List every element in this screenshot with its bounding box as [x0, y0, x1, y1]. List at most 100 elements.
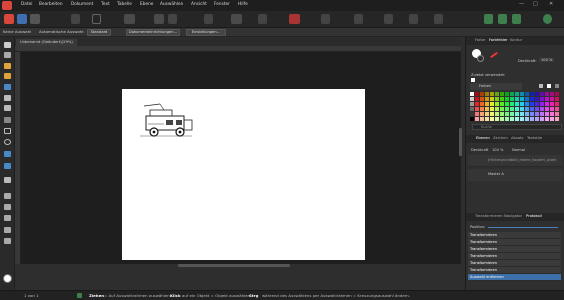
- color-swatch[interactable]: [480, 107, 484, 111]
- color-swatch[interactable]: [545, 112, 549, 116]
- history-item[interactable]: Transformieren: [468, 260, 561, 267]
- color-swatch[interactable]: [535, 102, 539, 106]
- snapping-icon[interactable]: [154, 14, 164, 24]
- pencil-tool-icon[interactable]: [4, 105, 11, 111]
- history-slider[interactable]: [488, 227, 558, 228]
- cycle-icon[interactable]: [92, 14, 101, 24]
- color-swatch[interactable]: [485, 102, 489, 106]
- color-swatch[interactable]: [520, 102, 524, 106]
- color-swatch[interactable]: [505, 117, 509, 121]
- color-swatch[interactable]: [485, 97, 489, 101]
- place-image-icon[interactable]: [4, 163, 11, 169]
- history-item[interactable]: Transformieren: [468, 267, 561, 274]
- color-swatch[interactable]: [490, 102, 494, 106]
- transform-icon[interactable]: [321, 14, 330, 24]
- color-swatch[interactable]: [510, 107, 514, 111]
- menu-bearbeiten[interactable]: Bearbeiten: [39, 2, 63, 7]
- color-swatch[interactable]: [545, 102, 549, 106]
- color-swatch[interactable]: [475, 102, 479, 106]
- color-swatch[interactable]: [470, 107, 474, 111]
- menu-ansicht[interactable]: Ansicht: [191, 2, 207, 7]
- color-swatch[interactable]: [500, 107, 504, 111]
- color-swatch[interactable]: [495, 117, 499, 121]
- layer-opacity-value[interactable]: 100 %: [492, 148, 503, 152]
- menu-hilfe[interactable]: Hilfe: [238, 2, 248, 7]
- color-swatch[interactable]: [530, 102, 534, 106]
- color-swatch[interactable]: [545, 97, 549, 101]
- palette-menu-icon[interactable]: [555, 84, 559, 88]
- color-swatch[interactable]: [490, 97, 494, 101]
- color-swatch[interactable]: [470, 97, 474, 101]
- color-swatch[interactable]: [515, 102, 519, 106]
- color-swatch[interactable]: [540, 107, 544, 111]
- tab-textstile[interactable]: Textstile: [527, 136, 542, 140]
- color-swatch[interactable]: [480, 92, 484, 96]
- color-swatch[interactable]: [545, 92, 549, 96]
- color-swatch[interactable]: [545, 117, 549, 121]
- color-swatch[interactable]: [475, 107, 479, 111]
- gradient-tool-icon[interactable]: [4, 204, 11, 210]
- insert-page-icon[interactable]: [124, 14, 135, 24]
- color-swatch[interactable]: [535, 97, 539, 101]
- color-swatch[interactable]: [520, 97, 524, 101]
- color-swatch[interactable]: [510, 92, 514, 96]
- blend-mode-dropdown[interactable]: Normal: [512, 148, 525, 152]
- color-swatch[interactable]: [500, 92, 504, 96]
- page-indicator[interactable]: 1 von 1: [24, 293, 39, 298]
- history-item[interactable]: Transformieren: [468, 246, 561, 253]
- color-swatch[interactable]: [530, 107, 534, 111]
- view-mode-icon[interactable]: [71, 14, 80, 24]
- color-swatch[interactable]: [495, 107, 499, 111]
- document-tab[interactable]: Unbenannt (Geändert)(29%): [16, 39, 77, 46]
- color-swatch[interactable]: [550, 102, 554, 106]
- swatch-search-field[interactable]: Suche: [472, 124, 562, 130]
- color-swatch[interactable]: [555, 117, 559, 121]
- color-swatch[interactable]: [530, 97, 534, 101]
- color-swatch[interactable]: [490, 107, 494, 111]
- color-swatch-grid[interactable]: [470, 92, 560, 122]
- color-swatch[interactable]: [550, 107, 554, 111]
- ellipse-tool-icon[interactable]: [4, 139, 11, 145]
- canvas-area[interactable]: [21, 52, 461, 264]
- color-swatch[interactable]: [535, 92, 539, 96]
- color-swatch[interactable]: [485, 117, 489, 121]
- artboard[interactable]: [122, 89, 365, 260]
- palette-dropdown[interactable]: Farben: [470, 83, 522, 90]
- color-swatch[interactable]: [540, 97, 544, 101]
- color-swatch[interactable]: [510, 102, 514, 106]
- color-swatch[interactable]: [495, 102, 499, 106]
- account-icon[interactable]: [543, 14, 552, 24]
- color-swatch[interactable]: [505, 112, 509, 116]
- color-tool-icon[interactable]: [289, 14, 300, 24]
- text-frame-icon[interactable]: [354, 14, 363, 24]
- tab-ebenen[interactable]: Ebenen: [476, 136, 490, 140]
- color-swatch[interactable]: [525, 92, 529, 96]
- color-swatch[interactable]: [520, 107, 524, 111]
- palette-option-icon[interactable]: [539, 84, 543, 88]
- color-swatch[interactable]: [550, 97, 554, 101]
- color-swatch[interactable]: [500, 102, 504, 106]
- menu-tabelle[interactable]: Tabelle: [117, 2, 132, 7]
- horizontal-scrollbar[interactable]: [178, 264, 290, 267]
- color-swatch[interactable]: [475, 97, 479, 101]
- fill-tool-icon[interactable]: [4, 117, 11, 123]
- color-swatch[interactable]: [470, 117, 474, 121]
- color-swatch[interactable]: [525, 102, 529, 106]
- rectangle-tool-icon[interactable]: [4, 128, 11, 134]
- pen-tool-icon[interactable]: [4, 95, 11, 101]
- color-swatch[interactable]: [520, 112, 524, 116]
- transparency-tool-icon[interactable]: [4, 193, 11, 199]
- maximize-button[interactable]: □: [533, 1, 538, 7]
- color-swatch[interactable]: [490, 117, 494, 121]
- color-swatch[interactable]: [485, 92, 489, 96]
- color-swatch[interactable]: [505, 107, 509, 111]
- color-swatch[interactable]: [525, 117, 529, 121]
- color-swatch[interactable]: [555, 102, 559, 106]
- color-swatch[interactable]: [555, 97, 559, 101]
- color-swatch[interactable]: [500, 97, 504, 101]
- color-swatch[interactable]: [540, 117, 544, 121]
- color-swatch[interactable]: [495, 92, 499, 96]
- color-swatch[interactable]: [515, 97, 519, 101]
- color-swatch[interactable]: [550, 112, 554, 116]
- minimize-button[interactable]: —: [519, 1, 524, 7]
